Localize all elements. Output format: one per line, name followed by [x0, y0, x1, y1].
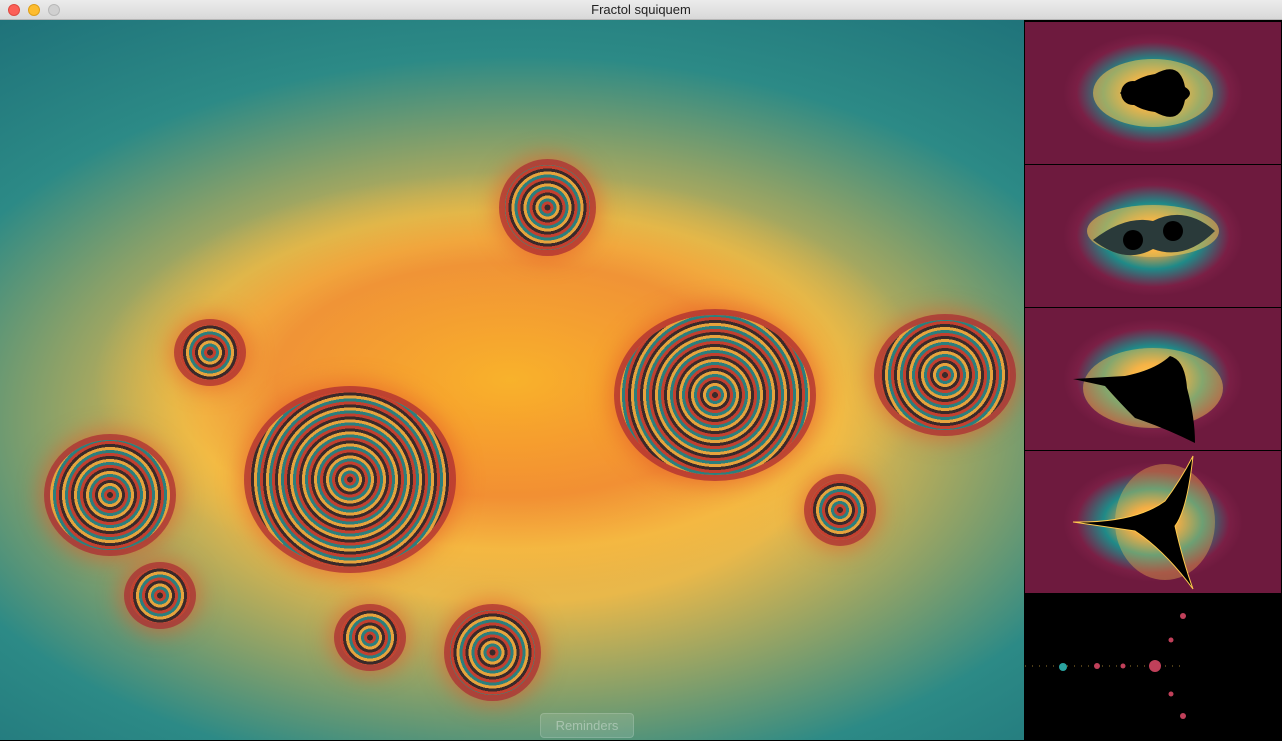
- title-bar: Fractol squiquem: [0, 0, 1282, 20]
- spiral-cluster: [130, 568, 190, 623]
- thumbnail-julia[interactable]: [1025, 165, 1281, 308]
- spiral-cluster: [620, 315, 810, 475]
- thumbnail-burning-ship[interactable]: [1025, 308, 1281, 451]
- thumbnail-tricorn[interactable]: [1025, 451, 1281, 594]
- spiral-cluster: [340, 610, 400, 665]
- spiral-cluster: [505, 165, 590, 250]
- spiral-cluster: [880, 320, 1010, 430]
- spiral-cluster: [180, 325, 240, 380]
- spiral-cluster: [810, 480, 870, 540]
- fractal-canvas[interactable]: [0, 20, 1024, 740]
- fractal-selector-sidebar: [1024, 20, 1282, 741]
- reminders-button[interactable]: Reminders: [540, 713, 634, 738]
- thumbnail-mandelbrot[interactable]: [1025, 22, 1281, 165]
- spiral-cluster: [250, 392, 450, 567]
- spiral-cluster: [450, 610, 535, 695]
- thumbnail-dots[interactable]: [1025, 594, 1281, 741]
- window-title: Fractol squiquem: [591, 2, 691, 17]
- spiral-cluster: [50, 440, 170, 550]
